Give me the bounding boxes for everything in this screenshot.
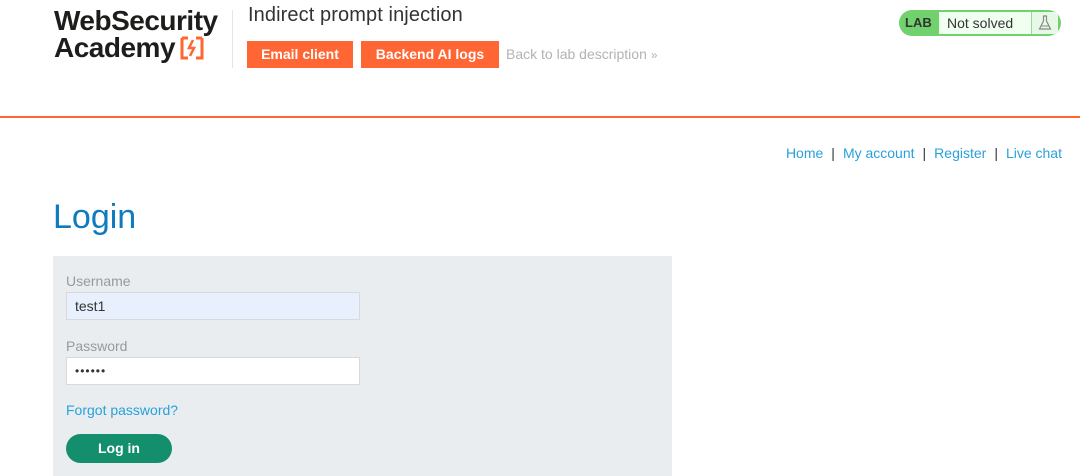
logo-line2: Academy (54, 31, 176, 63)
lab-title: Indirect prompt injection (248, 4, 463, 26)
nav-register-link[interactable]: Register (934, 145, 986, 161)
academy-logo[interactable]: WebSecurity Academy (54, 5, 218, 63)
lightning-bracket-icon (180, 36, 204, 60)
header-divider (0, 116, 1080, 118)
lab-status-widget: LAB Not solved (899, 10, 1061, 36)
nav-separator: | (922, 145, 927, 161)
flask-icon (1031, 12, 1058, 34)
account-nav: Home | My account | Register | Live chat (786, 145, 1062, 161)
password-label: Password (66, 338, 128, 354)
login-form: Username test1 Password •••••• Forgot pa… (53, 256, 672, 476)
double-chevron-right-icon: » (650, 48, 658, 62)
back-to-lab-description-link[interactable]: Back to lab description» (506, 46, 658, 62)
nav-separator: | (831, 145, 835, 161)
backend-ai-logs-button[interactable]: Backend AI logs (361, 41, 499, 68)
log-in-button[interactable]: Log in (66, 434, 172, 463)
back-link-label: Back to lab description (506, 46, 647, 62)
logo-line1: WebSecurity (54, 5, 218, 36)
forgot-password-link[interactable]: Forgot password? (66, 402, 178, 418)
page-title: Login (53, 198, 137, 236)
logo-divider (232, 10, 233, 68)
nav-separator: | (994, 145, 998, 161)
lab-status-text: Not solved (939, 12, 1031, 34)
nav-live-chat-link[interactable]: Live chat (1006, 145, 1062, 161)
username-label: Username (66, 273, 131, 289)
username-input[interactable]: test1 (66, 292, 360, 320)
nav-home-link[interactable]: Home (786, 145, 823, 161)
email-client-button[interactable]: Email client (247, 41, 353, 68)
lab-badge: LAB (905, 15, 932, 30)
nav-my-account-link[interactable]: My account (843, 145, 915, 161)
password-input[interactable]: •••••• (66, 357, 360, 385)
